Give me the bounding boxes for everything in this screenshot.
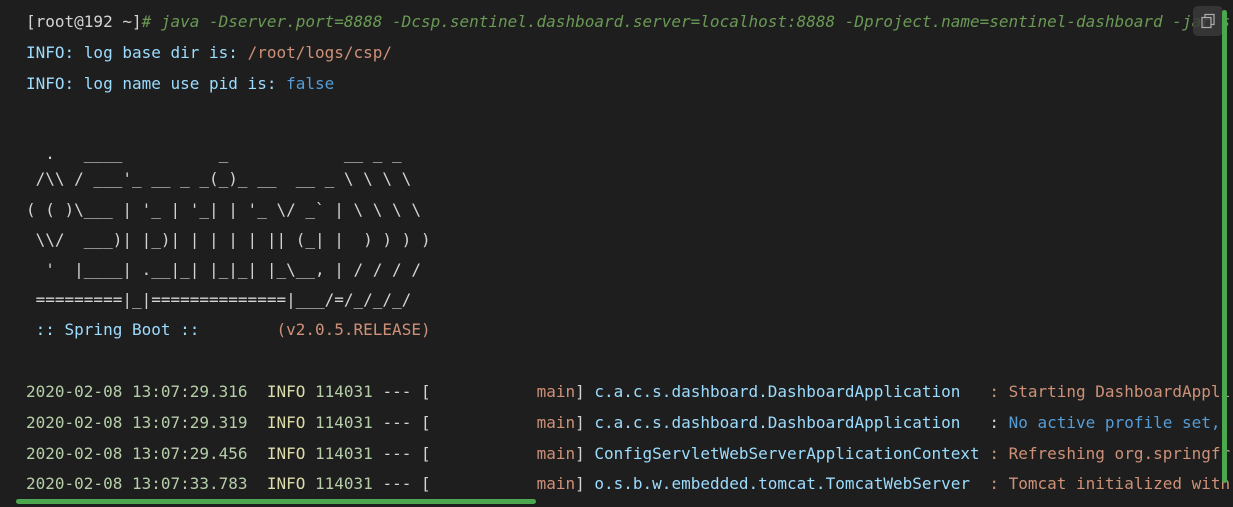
command-text: # java -Dserver.port=8888 -Dcsp.sentinel… xyxy=(141,12,1231,31)
banner-line: =========|_|==============|___/=/_/_/_/ xyxy=(26,290,412,309)
spring-boot-label: :: Spring Boot :: xyxy=(26,320,210,339)
info-line-pid: INFO: log name use pid is: false xyxy=(26,73,334,95)
copy-icon xyxy=(1201,13,1215,29)
log-logger: c.a.c.s.dashboard.DashboardApplication xyxy=(594,413,980,432)
log-message: : Starting DashboardAppli xyxy=(989,382,1231,401)
banner-line: /\\ / ___'_ __ _ _(_)_ __ __ _ \ \ \ \ xyxy=(26,169,412,188)
info-line-log-dir: INFO: log base dir is: /root/logs/csp/ xyxy=(26,42,392,64)
log-thread: main xyxy=(430,382,576,401)
log-line: 2020-02-08 13:07:29.456 INFO 114031 --- … xyxy=(26,444,1231,463)
terminal-output[interactable]: [root@192 ~]# java -Dserver.port=8888 -D… xyxy=(0,0,1233,507)
command-line: [root@192 ~]# java -Dserver.port=8888 -D… xyxy=(26,11,1230,33)
log-separator: --- [ xyxy=(382,382,431,401)
log-date: 2020-02-08 13:07:29.319 xyxy=(26,413,248,432)
log-pid: 114031 xyxy=(315,444,373,463)
log-message-prefix: : xyxy=(989,413,1009,432)
log-message: : Tomcat initialized with xyxy=(989,474,1231,493)
log-message: : Refreshing org.springfr xyxy=(989,444,1231,463)
log-thread: main xyxy=(430,413,576,432)
log-message: No active profile set, xyxy=(1008,413,1221,432)
log-logger: c.a.c.s.dashboard.DashboardApplication xyxy=(594,382,980,401)
horizontal-scrollbar[interactable] xyxy=(16,499,536,504)
banner-line: ( ( )\___ | '_ | '_| | '_ \/ _` | \ \ \ … xyxy=(26,200,421,219)
info-label: INFO: log base dir is: xyxy=(26,43,248,62)
log-thread: main xyxy=(430,444,576,463)
log-pid: 114031 xyxy=(315,474,373,493)
log-separator: --- [ xyxy=(382,413,431,432)
prompt-user-host: [root@192 ~] xyxy=(26,12,142,31)
log-pid: 114031 xyxy=(315,413,373,432)
spring-boot-line: :: Spring Boot :: (v2.0.5.RELEASE) xyxy=(26,319,431,341)
log-logger: o.s.b.w.embedded.tomcat.TomcatWebServer xyxy=(594,474,980,493)
info-value: false xyxy=(286,74,335,93)
log-level: INFO xyxy=(266,382,306,401)
log-thread: main xyxy=(430,474,576,493)
log-separator: --- [ xyxy=(382,474,431,493)
log-level: INFO xyxy=(266,474,306,493)
banner-line: \\/ ___)| |_)| | | | | || (_| | ) ) ) ) xyxy=(26,230,431,249)
banner-line: ' |____| .__|_| |_|_| |_\__, | / / / / xyxy=(26,260,421,279)
log-level: INFO xyxy=(266,413,306,432)
log-date: 2020-02-08 13:07:29.456 xyxy=(26,444,248,463)
log-date: 2020-02-08 13:07:33.783 xyxy=(26,474,248,493)
log-line: 2020-02-08 13:07:29.316 INFO 114031 --- … xyxy=(26,382,1231,401)
banner-line: . ____ _ __ _ _ xyxy=(26,144,402,163)
vertical-scrollbar[interactable] xyxy=(1222,10,1227,483)
info-value: /root/logs/csp/ xyxy=(247,43,393,62)
log-line: 2020-02-08 13:07:29.319 INFO 114031 --- … xyxy=(26,413,1221,432)
log-logger: ConfigServletWebServerApplicationContext xyxy=(594,444,980,463)
spring-boot-version: (v2.0.5.RELEASE) xyxy=(209,320,431,339)
info-label: INFO: log name use pid is: xyxy=(26,74,287,93)
copy-button[interactable] xyxy=(1193,6,1223,36)
log-pid: 114031 xyxy=(315,382,373,401)
log-date: 2020-02-08 13:07:29.316 xyxy=(26,382,248,401)
log-line: 2020-02-08 13:07:33.783 INFO 114031 --- … xyxy=(26,474,1231,493)
log-separator: --- [ xyxy=(382,444,431,463)
log-level: INFO xyxy=(266,444,306,463)
